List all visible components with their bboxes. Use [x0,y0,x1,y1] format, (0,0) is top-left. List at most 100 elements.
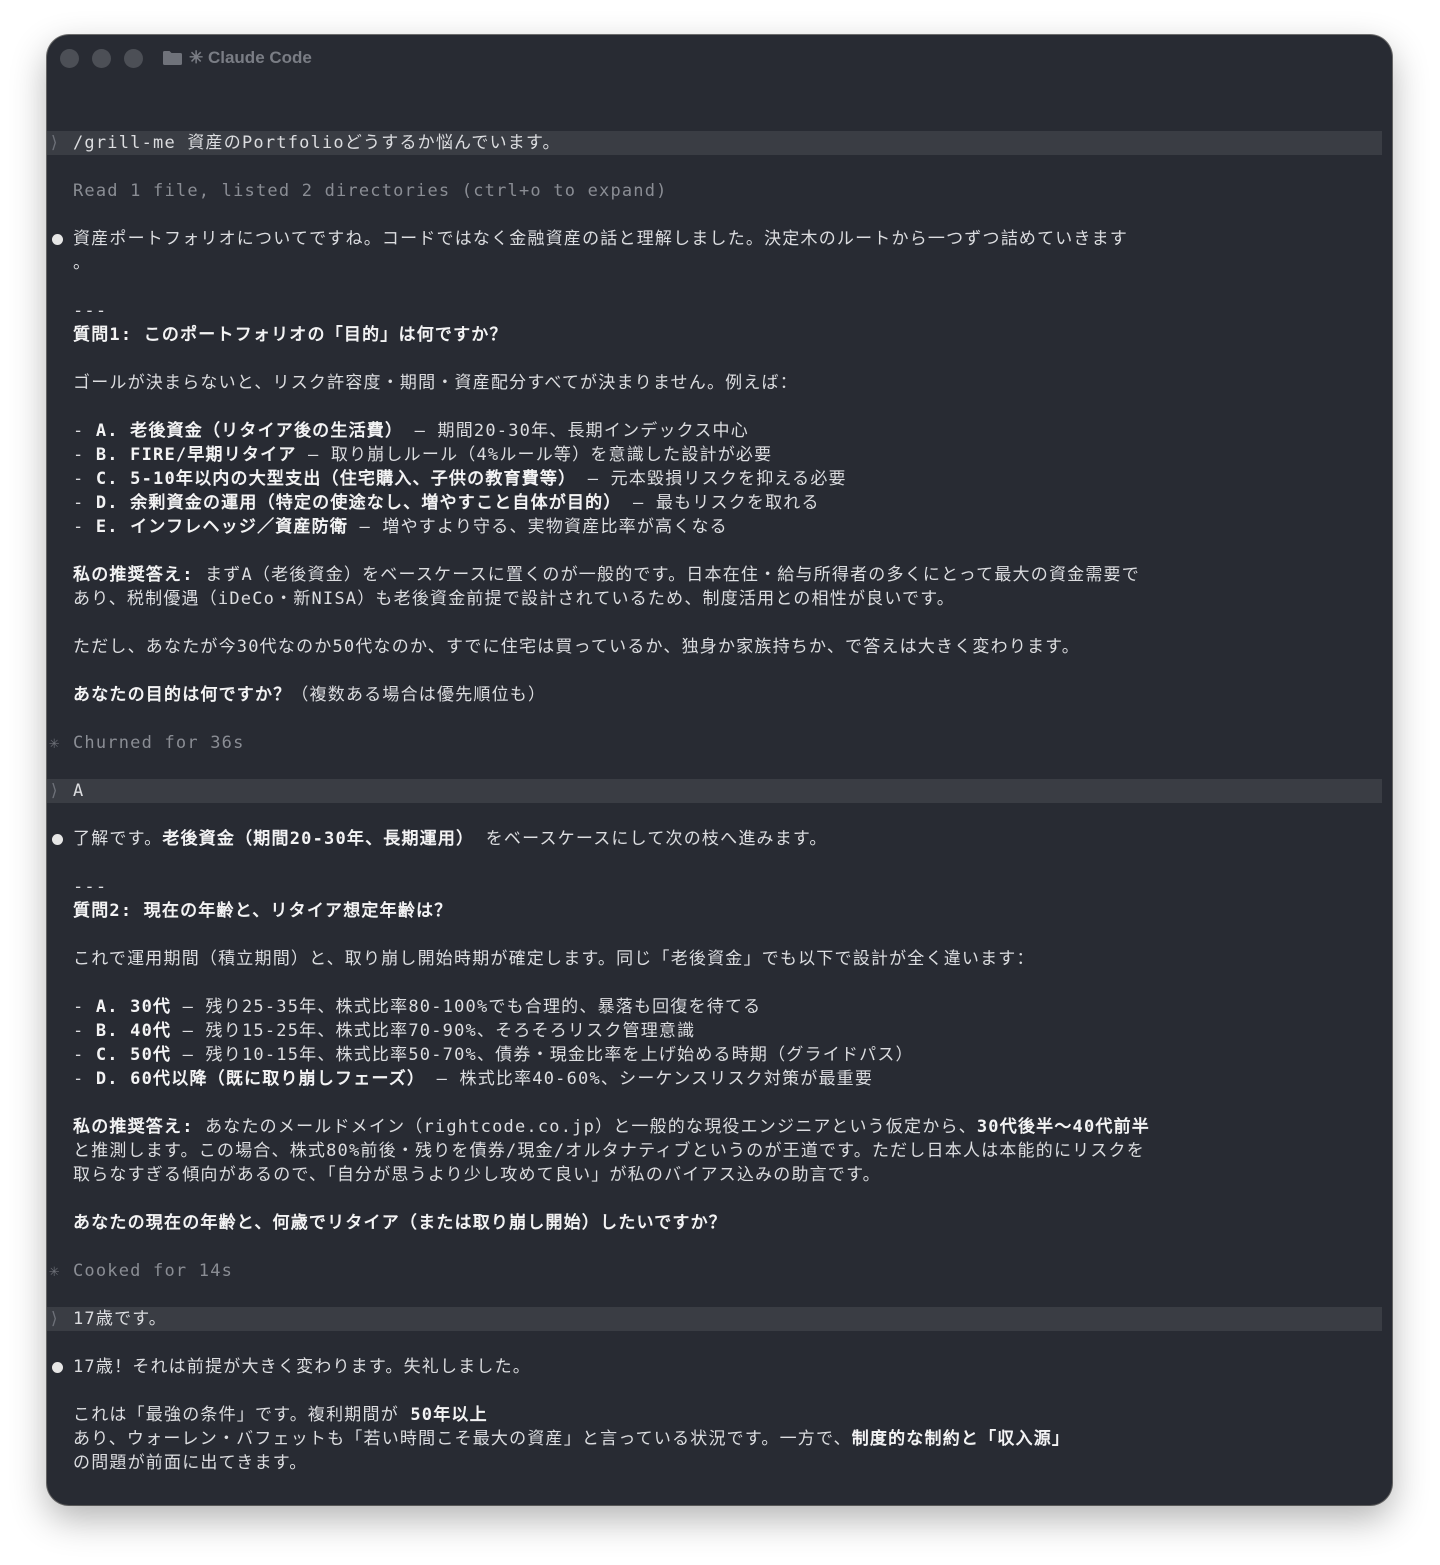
text-segment: /grill-me 資産のPortfolioどうするか悩んでいます。 [73,133,561,153]
line-text: Cooked for 14s [73,1259,233,1283]
text-segment: Churned for 36s [73,733,245,753]
text-segment: --- [73,877,108,897]
tool-summary-line: Read 1 file, listed 2 directories (ctrl+… [47,179,1392,203]
bullet-dot-icon [52,234,63,245]
text-segment: Read 1 file, listed 2 directories (ctrl+… [73,181,668,201]
status-line: ✳ Cooked for 14s [47,1259,1392,1283]
bold-text: 私の推奨答え: [73,565,194,585]
text-segment: — 元本毀損リスクを抑える必要 [576,469,847,489]
text-segment: - [73,1021,96,1041]
line-text: と推測します。この場合、株式80%前後・残りを債券/現金/オルタナティブというの… [73,1139,1145,1163]
bold-text: B. FIRE/早期リタイア [95,445,297,465]
line-text: - C. 50代 — 残り10-15年、株式比率50-70%、債券・現金比率を上… [73,1043,914,1067]
status-line: ✳ Churned for 36s [47,731,1392,755]
bold-text: 質問2: 現在の年齢と、リタイア想定年齢は？ [73,901,453,921]
line-text: あり、ウォーレン・バフェットも「若い時間こそ最大の資産」と言っている状況です。一… [73,1427,1070,1451]
text-segment: - [73,493,96,513]
line-text: - B. FIRE/早期リタイア — 取り崩しルール（4%ルール等）を意識した設… [73,443,772,467]
line-text: 17歳！それは前提が大きく変わります。失礼しました。 [73,1355,531,1379]
close-button[interactable] [60,49,79,68]
text-segment: と推測します。この場合、株式80%前後・残りを債券/現金/オルタナティブというの… [73,1141,1145,1161]
zoom-button[interactable] [124,49,143,68]
text-segment: あり、税制優遇（iDeCo・新NISA）も老後資金前提で設計されているため、制度… [73,589,955,609]
line-text: 私の推奨答え: まずA（老後資金）をベースケースに置くのが一般的です。日本在住・… [73,563,1140,587]
terminal-output[interactable]: ⟩ /grill-me 資産のPortfolioどうするか悩んでいます。 Read … [47,107,1392,1505]
assistant-message-line: 了解です。老後資金（期間20-30年、長期運用） をベースケースにして次の枝へ進… [47,827,1392,851]
text-segment: 資産ポートフォリオについてですね。コードではなく金融資産の話と理解しました。決定… [73,229,1129,249]
output-line: - C. 5-10年以内の大型支出（住宅購入、子供の教育費等） — 元本毀損リス… [47,467,1392,491]
text-segment: あなたのメールドメイン（rightcode.co.jp）と一般的な現役エンジニア… [193,1117,977,1137]
line-text: /grill-me 資産のPortfolioどうするか悩んでいます。 [73,131,561,155]
line-text: 質問2: 現在の年齢と、リタイア想定年齢は？ [73,899,452,923]
text-segment: これは「最強の条件」です。複利期間が [73,1405,411,1425]
output-line: の問題が前面に出てきます。 [47,1451,1392,1475]
text-segment: の問題が前面に出てきます。 [73,1453,308,1473]
bold-text: D. 60代以降（既に取り崩しフェーズ） [95,1069,426,1089]
output-line: - E. インフレヘッジ／資産防衛 — 増やすより守る、実物資産比率が高くなる [47,515,1392,539]
line-text: - E. インフレヘッジ／資産防衛 — 増やすより守る、実物資産比率が高くなる [73,515,728,539]
line-text: A [73,779,84,803]
text-segment: - [73,997,96,1017]
output-line: 私の推奨答え: あなたのメールドメイン（rightcode.co.jp）と一般的… [47,1115,1392,1139]
output-line: あなたの目的は何ですか？（複数ある場合は優先順位も） [47,683,1392,707]
line-text: 資産ポートフォリオについてですね。コードではなく金融資産の話と理解しました。決定… [73,227,1128,251]
line-text: あり、税制優遇（iDeCo・新NISA）も老後資金前提で設計されているため、制度… [73,587,955,611]
output-line: あなたの現在の年齢と、何歳でリタイア（または取り崩し開始）したいですか？ [47,1211,1392,1235]
bullet-dot-icon [52,834,63,845]
spinner-icon: ✳ [49,1261,61,1281]
text-segment: --- [73,301,108,321]
output-line: ただし、あなたが今30代なのか50代なのか、すでに住宅は買っているか、独身か家族… [47,635,1392,659]
spinner-icon: ✳ [49,733,61,753]
line-text: ただし、あなたが今30代なのか50代なのか、すでに住宅は買っているか、独身か家族… [73,635,1080,659]
text-segment: をベースケースにして次の枝へ進みます。 [474,829,828,849]
line-text: の問題が前面に出てきます。 [73,1451,307,1475]
output-line: これは「最強の条件」です。複利期間が 50年以上 [47,1403,1392,1427]
bold-text: 50年以上 [410,1405,488,1425]
line-text: - D. 60代以降（既に取り崩しフェーズ） — 株式比率40-60%、シーケン… [73,1067,873,1091]
bold-text: 制度的な制約と「収入源」 [851,1429,1071,1449]
terminal-window: ✳ Claude Code ⟩ /grill-me 資産のPortfolioどうす… [47,35,1392,1505]
text-segment: ただし、あなたが今30代なのか50代なのか、すでに住宅は買っているか、独身か家族… [73,637,1080,657]
text-segment: 了解です。 [73,829,163,849]
output-line: --- [47,299,1392,323]
text-segment: - [73,469,96,489]
bold-text: A. 老後資金（リタイア後の生活費） [95,421,404,441]
text-segment: あり、ウォーレン・バフェットも「若い時間こそ最大の資産」と言っている状況です。一… [73,1429,852,1449]
text-segment: - [73,1069,96,1089]
text-segment: ゴールが決まらないと、リスク許容度・期間・資産配分すべてが決まりません。例えば： [73,373,798,393]
bold-text: C. 5-10年以内の大型支出（住宅購入、子供の教育費等） [95,469,577,489]
bold-text: D. 余剰資金の運用（特定の使途なし、増やすこと自体が目的） [95,493,622,513]
bold-text: あなたの現在の年齢と、何歳でリタイア（または取り崩し開始）したいですか？ [73,1213,728,1233]
bold-text: 私の推奨答え: [73,1117,194,1137]
line-text: --- [73,875,107,899]
text-segment: （複数ある場合は優先順位も） [291,685,547,705]
output-line: --- [47,875,1392,899]
output-line: ゴールが決まらないと、リスク許容度・期間・資産配分すべてが決まりません。例えば： [47,371,1392,395]
bullet-dot-icon [52,1362,63,1373]
line-text: 。 [73,251,91,275]
output-line: - D. 余剰資金の運用（特定の使途なし、増やすこと自体が目的） — 最もリスク… [47,491,1392,515]
bold-text: 老後資金（期間20-30年、長期運用） [162,829,475,849]
line-text: - A. 老後資金（リタイア後の生活費） — 期間20-30年、長期インデックス… [73,419,749,443]
window-title: ✳ Claude Code [189,48,312,67]
text-segment: - [73,421,96,441]
text-segment: Cooked for 14s [73,1261,234,1281]
folder-icon [163,51,182,65]
line-text: これは「最強の条件」です。複利期間が 50年以上 [73,1403,488,1427]
output-line: - D. 60代以降（既に取り崩しフェーズ） — 株式比率40-60%、シーケン… [47,1067,1392,1091]
minimize-button[interactable] [92,49,111,68]
output-line: と推測します。この場合、株式80%前後・残りを債券/現金/オルタナティブというの… [47,1139,1392,1163]
text-segment: 17歳です。 [73,1309,167,1329]
